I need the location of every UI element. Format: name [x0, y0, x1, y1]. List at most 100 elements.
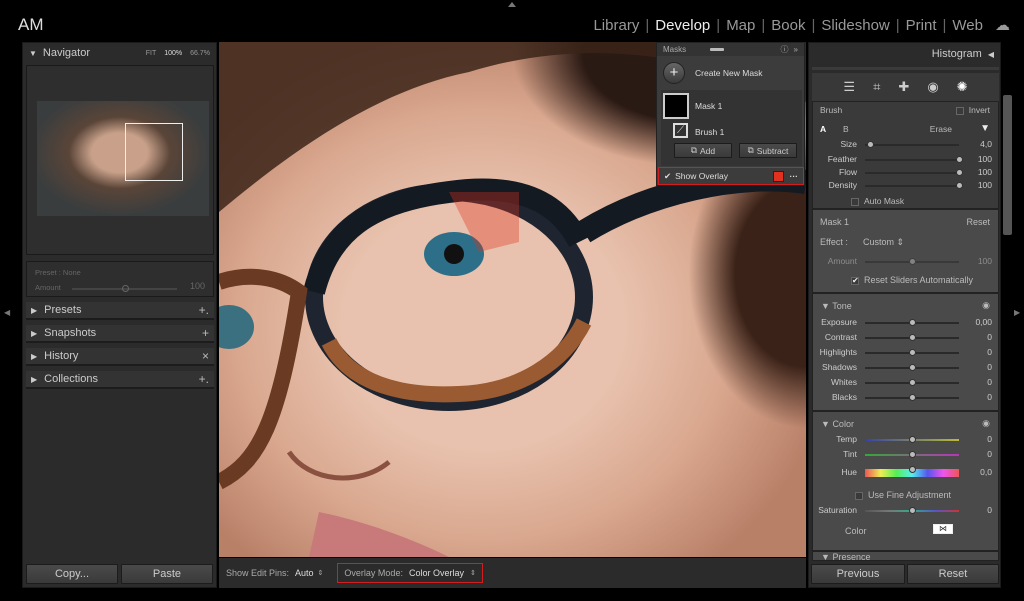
slider-value[interactable]: 0	[987, 347, 992, 357]
invert-checkbox[interactable]: Invert	[955, 105, 990, 115]
add-button[interactable]: ⧉ Add	[674, 143, 732, 158]
collapse-top-icon[interactable]	[508, 2, 516, 7]
reset-button[interactable]: Reset	[907, 564, 999, 584]
presence-header[interactable]: ▼ Presence	[821, 552, 870, 560]
slider-track[interactable]	[865, 394, 959, 401]
panel-action-icon[interactable]: +.	[199, 372, 209, 386]
brush-erase-tab[interactable]: Erase	[930, 124, 952, 134]
show-overlay-label[interactable]: Show Overlay	[675, 171, 728, 181]
previous-button[interactable]: Previous	[811, 564, 905, 584]
slider-knob[interactable]	[909, 394, 916, 401]
module-develop[interactable]: Develop	[649, 17, 716, 34]
overlay-mode-control[interactable]: Overlay Mode: Color Overlay ⇕	[337, 563, 483, 583]
healing-icon[interactable]: ✚	[898, 79, 909, 95]
zoom-100[interactable]: 100%	[164, 50, 182, 57]
eye-visibility-icon[interactable]: ◉	[982, 418, 990, 429]
more-options-icon[interactable]: ···	[790, 171, 799, 181]
mask-item[interactable]: Mask 1	[695, 101, 722, 111]
slider-track[interactable]	[865, 379, 959, 386]
slider-track[interactable]	[865, 349, 959, 356]
slider-track[interactable]	[865, 319, 959, 326]
edit-sliders-icon[interactable]: ☰	[843, 79, 855, 95]
module-slideshow[interactable]: Slideshow	[815, 17, 895, 34]
slider-value[interactable]: 0	[987, 449, 992, 459]
navigator-preview[interactable]	[26, 65, 214, 255]
slider-value[interactable]: 0	[987, 362, 992, 372]
slider-knob[interactable]	[956, 156, 963, 163]
slider-knob[interactable]	[866, 141, 874, 148]
slider-value[interactable]: 100	[978, 256, 992, 266]
histogram-header[interactable]: Histogram ◀	[809, 43, 1000, 65]
slider-value[interactable]: 0	[987, 392, 992, 402]
expand-left-panel-icon[interactable]: ◀	[4, 308, 10, 317]
slider-value[interactable]: 0	[987, 377, 992, 387]
slider-knob[interactable]	[909, 258, 916, 265]
zoom-custom[interactable]: 66.7%	[190, 50, 210, 57]
brush-a-tab[interactable]: A	[820, 124, 826, 134]
slider-track[interactable]	[865, 258, 959, 265]
collapse-panel-icon[interactable]: »	[794, 45, 798, 54]
reset-sliders-checkbox[interactable]: ✔ Reset Sliders Automatically	[851, 275, 973, 285]
subtract-button[interactable]: ⧉ Subtract	[739, 143, 797, 158]
brush-item[interactable]: Brush 1	[695, 127, 724, 137]
slider-track[interactable]	[865, 141, 959, 148]
slider-knob[interactable]	[909, 451, 916, 458]
module-print[interactable]: Print	[900, 17, 943, 34]
slider-value[interactable]: 100	[978, 167, 992, 177]
overlay-color-swatch[interactable]	[772, 170, 784, 182]
fine-adjustment-checkbox[interactable]: Use Fine Adjustment	[855, 490, 951, 500]
slider-knob[interactable]	[121, 285, 129, 292]
navigator-view-box[interactable]	[125, 123, 183, 181]
mask-thumbnail[interactable]	[663, 93, 689, 119]
slider-knob[interactable]	[909, 364, 916, 371]
color-header[interactable]: ▼ Color	[821, 419, 854, 429]
slider-knob[interactable]	[909, 379, 916, 386]
slider-track[interactable]	[865, 466, 959, 477]
slider-knob[interactable]	[909, 436, 916, 443]
amount-slider[interactable]	[72, 285, 177, 292]
slider-knob[interactable]	[956, 169, 963, 176]
brush-b-tab[interactable]: B	[843, 124, 849, 134]
brush-options-triangle-icon[interactable]: ▼	[980, 123, 990, 134]
navigator-header[interactable]: ▼ Navigator FIT 100% 66.7%	[23, 43, 216, 63]
slider-knob[interactable]	[909, 334, 916, 341]
help-icon[interactable]: ⓘ	[781, 44, 789, 55]
slider-knob[interactable]	[909, 319, 916, 326]
slider-track[interactable]	[865, 507, 959, 514]
right-panel-scrollbar[interactable]	[1003, 95, 1012, 235]
slider-value[interactable]: 0	[987, 332, 992, 342]
slider-knob[interactable]	[909, 507, 916, 514]
slider-value[interactable]: 100	[978, 180, 992, 190]
slider-value[interactable]: 0,0	[980, 467, 992, 477]
edit-pins-select[interactable]: Auto	[295, 568, 314, 578]
panel-action-icon[interactable]: +.	[199, 303, 209, 317]
drag-handle-icon[interactable]	[710, 48, 725, 51]
overlay-mode-select[interactable]: Color Overlay	[409, 568, 464, 578]
expand-right-panel-icon[interactable]: ▶	[1014, 308, 1020, 317]
show-overlay-checkbox[interactable]: ✔	[664, 171, 671, 182]
panel-action-icon[interactable]: ×	[202, 349, 209, 363]
auto-mask-checkbox[interactable]: Auto Mask	[851, 196, 904, 206]
module-book[interactable]: Book	[765, 17, 811, 34]
slider-value[interactable]: 0	[987, 434, 992, 444]
slider-track[interactable]	[865, 182, 963, 189]
create-new-mask-button[interactable]: Create New Mask	[695, 68, 763, 78]
panel-collections[interactable]: ▶ Collections +.	[26, 371, 214, 389]
red-eye-icon[interactable]: ◉	[927, 79, 938, 95]
slider-knob[interactable]	[956, 182, 963, 189]
create-mask-plus-icon[interactable]: +	[663, 62, 685, 84]
slider-value[interactable]: 4,0	[980, 139, 992, 149]
crop-icon[interactable]: ⌗	[873, 79, 880, 95]
slider-knob[interactable]	[909, 349, 916, 356]
paste-button[interactable]: Paste	[121, 564, 213, 584]
slider-track[interactable]	[865, 156, 963, 163]
slider-track[interactable]	[865, 334, 959, 341]
eye-visibility-icon[interactable]: ◉	[982, 300, 990, 311]
slider-track[interactable]	[865, 436, 959, 443]
copy-button[interactable]: Copy...	[26, 564, 118, 584]
effect-select[interactable]: Custom ⇕	[863, 237, 904, 248]
zoom-fit[interactable]: FIT	[146, 50, 157, 57]
panel-snapshots[interactable]: ▶ Snapshots +	[26, 325, 214, 343]
module-map[interactable]: Map	[720, 17, 761, 34]
slider-track[interactable]	[865, 169, 963, 176]
